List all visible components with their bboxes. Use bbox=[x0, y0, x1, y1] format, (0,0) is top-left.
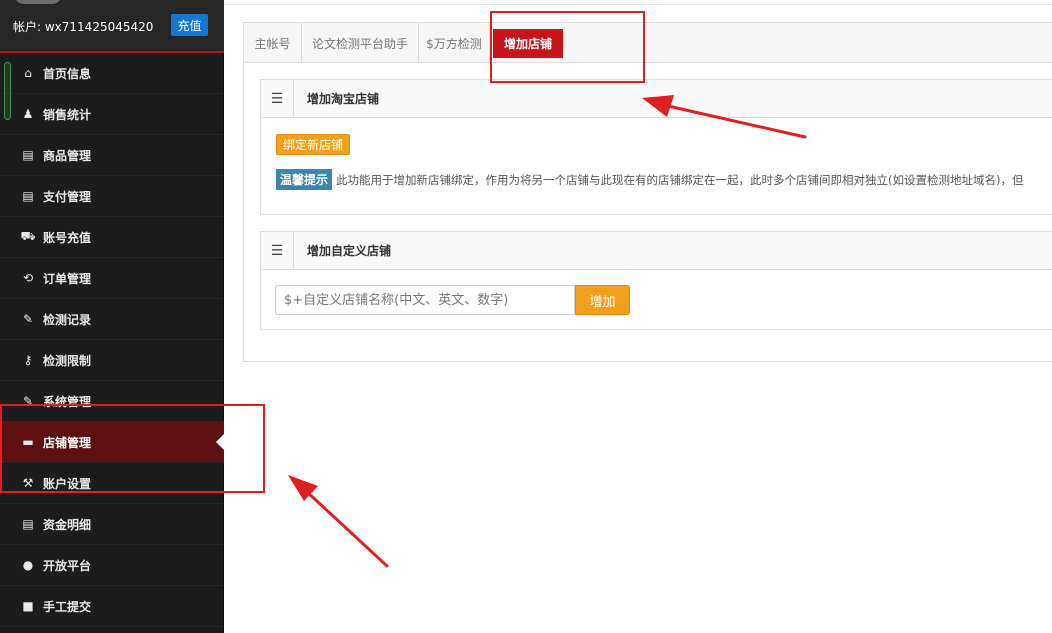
sidebar-item-label: 首页信息 bbox=[43, 66, 92, 81]
sidebar-item-label: 手工提交 bbox=[43, 599, 92, 614]
card-icon: ▤ bbox=[22, 189, 34, 203]
tip-row: 温馨提示 此功能用于增加新店铺绑定，作用为将另一个店铺与此现在有的店铺绑定在一起… bbox=[276, 169, 1023, 190]
globe-icon: ● bbox=[22, 558, 34, 572]
sidebar-item-recharge[interactable]: ⛟ 账号充值 bbox=[0, 217, 224, 258]
home-icon: ⌂ bbox=[24, 66, 32, 80]
box-header: ☰ 增加自定义店铺 bbox=[261, 231, 1052, 270]
edit-icon: ✎ bbox=[22, 312, 34, 326]
sidebar-item-label: 资金明细 bbox=[43, 517, 92, 532]
account-bar: 帐户: wx711425045420 充值 bbox=[0, 0, 224, 53]
card-icon: ▤ bbox=[22, 148, 34, 162]
sidebar-item-manual-submit[interactable]: ■ 手工提交 bbox=[0, 586, 224, 627]
sidebar-item-label: 开放平台 bbox=[43, 558, 92, 573]
folder-icon: ■ bbox=[22, 599, 34, 613]
sidebar-item-label: 检测限制 bbox=[43, 353, 92, 368]
sidebar-item-label: 账号充值 bbox=[43, 230, 92, 245]
sidebar-item-label: 支付管理 bbox=[43, 189, 92, 204]
key-icon: ⚷ bbox=[23, 353, 33, 367]
bind-new-shop-button[interactable]: 绑定新店铺 bbox=[276, 134, 351, 155]
sidebar-item-label: 商品管理 bbox=[43, 148, 92, 163]
main-content: 主帐号 论文检测平台助手 $万方检测 增加店铺 ☰ 增加淘宝店铺 绑定新店铺 温… bbox=[224, 0, 1052, 633]
tip-badge: 温馨提示 bbox=[276, 169, 333, 190]
sidebar-menu: ⌂ 首页信息 ♟ 销售统计 ▤ 商品管理 ▤ 支付管理 ⛟ 账号充值 ⟲ 订单管… bbox=[0, 53, 224, 627]
sidebar-item-products[interactable]: ▤ 商品管理 bbox=[0, 135, 224, 176]
sidebar-item-label: 订单管理 bbox=[43, 271, 92, 286]
sidebar: 帐户: wx711425045420 充值 ⌂ 首页信息 ♟ 销售统计 ▤ 商品… bbox=[0, 0, 224, 633]
sidebar-item-funds[interactable]: ▤ 资金明细 bbox=[0, 504, 224, 545]
box-header: ☰ 增加淘宝店铺 bbox=[261, 79, 1052, 118]
tab-wanfang-check[interactable]: $万方检测 bbox=[419, 23, 490, 63]
cart-icon: ⛟ bbox=[20, 229, 36, 243]
taobao-shop-box: ☰ 增加淘宝店铺 绑定新店铺 温馨提示 此功能用于增加新店铺绑定，作用为将另一个… bbox=[260, 79, 1052, 215]
refresh-icon: ⟲ bbox=[22, 271, 34, 285]
avatar bbox=[14, 0, 62, 4]
box-title: 增加淘宝店铺 bbox=[307, 92, 380, 106]
tabs-panel: 主帐号 论文检测平台助手 $万方检测 增加店铺 ☰ 增加淘宝店铺 绑定新店铺 温… bbox=[243, 22, 1052, 362]
custom-shop-box: ☰ 增加自定义店铺 增加 bbox=[260, 231, 1052, 330]
sidebar-item-label: 检测记录 bbox=[43, 312, 92, 327]
annotation-rectangle bbox=[490, 11, 645, 83]
sidebar-item-label: 销售统计 bbox=[43, 107, 92, 122]
tab-paper-check-assistant[interactable]: 论文检测平台助手 bbox=[302, 23, 419, 63]
tab-main-account[interactable]: 主帐号 bbox=[244, 23, 302, 63]
sidebar-item-sales[interactable]: ♟ 销售统计 bbox=[0, 94, 224, 135]
user-icon: ♟ bbox=[22, 107, 34, 121]
list-icon: ☰ bbox=[261, 231, 294, 270]
tip-text: 此功能用于增加新店铺绑定，作用为将另一个店铺与此现在有的店铺绑定在一起，此时多个… bbox=[336, 172, 1024, 187]
sidebar-item-payment[interactable]: ▤ 支付管理 bbox=[0, 176, 224, 217]
sidebar-scrollbar[interactable] bbox=[4, 62, 11, 120]
box-title: 增加自定义店铺 bbox=[307, 244, 392, 258]
recharge-button[interactable]: 充值 bbox=[171, 14, 208, 36]
divider bbox=[224, 4, 1052, 5]
list-icon: ▤ bbox=[22, 517, 34, 531]
page: 帐户: wx711425045420 充值 ⌂ 首页信息 ♟ 销售统计 ▤ 商品… bbox=[0, 0, 1052, 633]
custom-shop-name-input[interactable] bbox=[275, 285, 575, 315]
sidebar-item-check-records[interactable]: ✎ 检测记录 bbox=[0, 299, 224, 340]
tab-bar: 主帐号 论文检测平台助手 $万方检测 增加店铺 bbox=[244, 23, 1052, 63]
sidebar-item-open-platform[interactable]: ● 开放平台 bbox=[0, 545, 224, 586]
list-icon: ☰ bbox=[261, 79, 294, 118]
annotation-rectangle bbox=[0, 404, 265, 493]
account-label: 帐户: wx711425045420 bbox=[13, 20, 154, 34]
add-shop-button[interactable]: 增加 bbox=[575, 285, 630, 315]
sidebar-item-home[interactable]: ⌂ 首页信息 bbox=[0, 53, 224, 94]
sidebar-item-orders[interactable]: ⟲ 订单管理 bbox=[0, 258, 224, 299]
sidebar-item-check-limits[interactable]: ⚷ 检测限制 bbox=[0, 340, 224, 381]
